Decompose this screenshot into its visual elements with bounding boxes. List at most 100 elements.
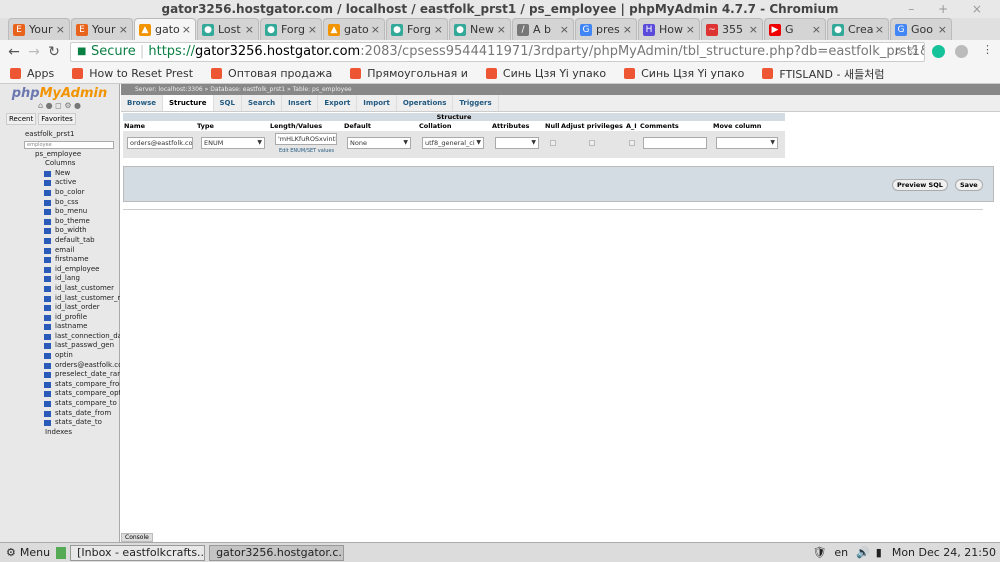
ai-checkbox[interactable] [629, 140, 635, 146]
tab-sql[interactable]: SQL [214, 95, 242, 111]
tree-column-item[interactable]: firstname [0, 255, 120, 265]
bookmark-item[interactable]: Синь Цзя Yi упако [624, 67, 744, 80]
close-tab-icon[interactable]: × [560, 23, 569, 36]
attributes-select[interactable] [495, 137, 539, 149]
length-input[interactable]: 'mHLKfuROSxvintlNa [275, 133, 337, 145]
search-icon[interactable]: ⌕ [895, 43, 902, 61]
null-checkbox[interactable] [550, 140, 556, 146]
browser-tab[interactable]: ● New × [449, 18, 511, 40]
terminal-icon[interactable] [56, 546, 67, 559]
bookmark-item[interactable]: Прямоугольная и [350, 67, 468, 80]
language-indicator[interactable]: en [834, 546, 848, 559]
close-tab-icon[interactable]: × [371, 23, 380, 36]
browser-tab[interactable]: Gpres × [575, 18, 637, 40]
tree-column-item[interactable]: id_last_customer_mes [0, 294, 120, 304]
clock[interactable]: Mon Dec 24, 21:50 [892, 546, 996, 559]
close-tab-icon[interactable]: × [434, 23, 443, 36]
tree-column-item[interactable]: stats_compare_to [0, 399, 120, 409]
bookmark-item[interactable]: Оптовая продажа [211, 67, 332, 80]
tab-insert[interactable]: Insert [282, 95, 319, 111]
tree-column-item[interactable]: bo_css [0, 198, 120, 208]
tree-column-item[interactable]: stats_compare_from [0, 380, 120, 390]
tree-indexes[interactable]: Indexes [0, 428, 120, 438]
tree-column-item[interactable]: stats_compare_option [0, 389, 120, 399]
tab-search[interactable]: Search [242, 95, 283, 111]
grammarly-icon[interactable] [932, 45, 945, 58]
menu-button[interactable]: Menu [20, 546, 50, 559]
window-controls[interactable]: – + × [908, 0, 992, 18]
browser-tab[interactable]: ▶ G × [764, 18, 826, 40]
bookmark-item[interactable]: FTISLAND - 새들처럼 [762, 66, 884, 82]
task-chromium[interactable]: gator3256.hostgator.c... [209, 544, 345, 561]
tree-new-column[interactable]: New [0, 169, 120, 179]
menu-kebab-icon[interactable]: ⋮ [982, 43, 993, 56]
browser-tab[interactable]: ● Forg × [386, 18, 448, 40]
close-tab-icon[interactable]: × [245, 23, 254, 36]
tree-table[interactable]: ps_employee [0, 150, 120, 160]
close-tab-icon[interactable]: × [812, 23, 821, 36]
column-name-input[interactable]: orders@eastfolk.com [127, 137, 193, 149]
tab-browse[interactable]: Browse [121, 95, 163, 111]
tree-column-item[interactable]: bo_width [0, 226, 120, 236]
tree-column-item[interactable]: optin [0, 351, 120, 361]
tree-column-item[interactable]: id_employee [0, 265, 120, 275]
back-icon[interactable]: ← [4, 44, 24, 60]
comments-input[interactable] [643, 137, 707, 149]
tray-icons[interactable]: 🛡 [812, 546, 826, 559]
close-tab-icon[interactable]: × [686, 23, 695, 36]
tab-operations[interactable]: Operations [397, 95, 454, 111]
browser-tab[interactable]: E Your × [71, 18, 133, 40]
tree-db[interactable]: eastfolk_prst1 [0, 130, 120, 140]
type-select[interactable]: ENUM [201, 137, 265, 149]
phpmyadmin-logo[interactable]: phpMyAdmin [0, 86, 119, 101]
browser-tab[interactable]: ▲ gator× [134, 18, 196, 40]
tree-column-item[interactable]: bo_color [0, 188, 120, 198]
console-toggle[interactable]: Console [121, 533, 153, 542]
bookmark-item[interactable]: Apps [10, 67, 54, 80]
browser-tab[interactable]: / A b × [512, 18, 574, 40]
browser-tab[interactable]: ● Lost × [197, 18, 259, 40]
browser-tab[interactable]: ▲ gator× [323, 18, 385, 40]
tab-structure[interactable]: Structure [162, 95, 214, 111]
breadcrumb[interactable]: Server: localhost:3306 » Database: eastf… [121, 84, 1000, 95]
edit-enum-link[interactable]: Edit ENUM/SET values [279, 148, 334, 154]
tab-triggers[interactable]: Triggers [453, 95, 499, 111]
save-button[interactable]: Save [955, 179, 983, 191]
close-tab-icon[interactable]: × [56, 23, 65, 36]
network-icon[interactable]: ▮ [876, 546, 882, 559]
tree-column-item[interactable]: id_last_customer [0, 284, 120, 294]
browser-tab[interactable]: ● Forg × [260, 18, 322, 40]
reload-icon[interactable]: ↻ [44, 44, 64, 60]
tab-export[interactable]: Export [318, 95, 358, 111]
tree-column-item[interactable]: bo_theme [0, 217, 120, 227]
browser-tab[interactable]: E Your × [8, 18, 70, 40]
tree-column-item[interactable]: last_passwd_gen [0, 341, 120, 351]
tree-column-item[interactable]: default_tab [0, 236, 120, 246]
browser-tab[interactable]: G Goo × [890, 18, 952, 40]
browser-tab[interactable]: H How × [638, 18, 700, 40]
favorites-button[interactable]: Favorites [38, 113, 76, 125]
tree-column-item[interactable]: email [0, 246, 120, 256]
table-filter-input[interactable]: employee [24, 140, 114, 149]
tree-column-item[interactable]: active [0, 178, 120, 188]
tree-column-item[interactable]: orders@eastfolk.com [0, 361, 120, 371]
recent-button[interactable]: Recent [6, 113, 37, 125]
move-column-select[interactable] [716, 137, 778, 149]
close-tab-icon[interactable]: × [497, 23, 506, 36]
tree-column-item[interactable]: stats_date_to [0, 418, 120, 428]
close-tab-icon[interactable]: × [938, 23, 947, 36]
tree-columns[interactable]: Columns [0, 159, 120, 169]
collation-select[interactable]: utf8_general_ci [422, 137, 484, 149]
quick-icons[interactable]: ⌂ ● ◻ ⚙ ● [0, 101, 119, 111]
browser-tab[interactable]: ● Crea × [827, 18, 889, 40]
tree-column-item[interactable]: bo_menu [0, 207, 120, 217]
task-inbox[interactable]: [Inbox - eastfolkcrafts... [70, 544, 206, 561]
default-select[interactable]: None [347, 137, 411, 149]
tree-column-item[interactable]: stats_date_from [0, 409, 120, 419]
tree-column-item[interactable]: preselect_date_range [0, 370, 120, 380]
tree-column-item[interactable]: last_connection_date [0, 332, 120, 342]
tree-column-item[interactable]: id_lang [0, 274, 120, 284]
bookmark-item[interactable]: Синь Цзя Yi упако [485, 67, 606, 80]
tree-column-item[interactable]: id_last_order [0, 303, 120, 313]
close-tab-icon[interactable]: × [119, 23, 128, 36]
